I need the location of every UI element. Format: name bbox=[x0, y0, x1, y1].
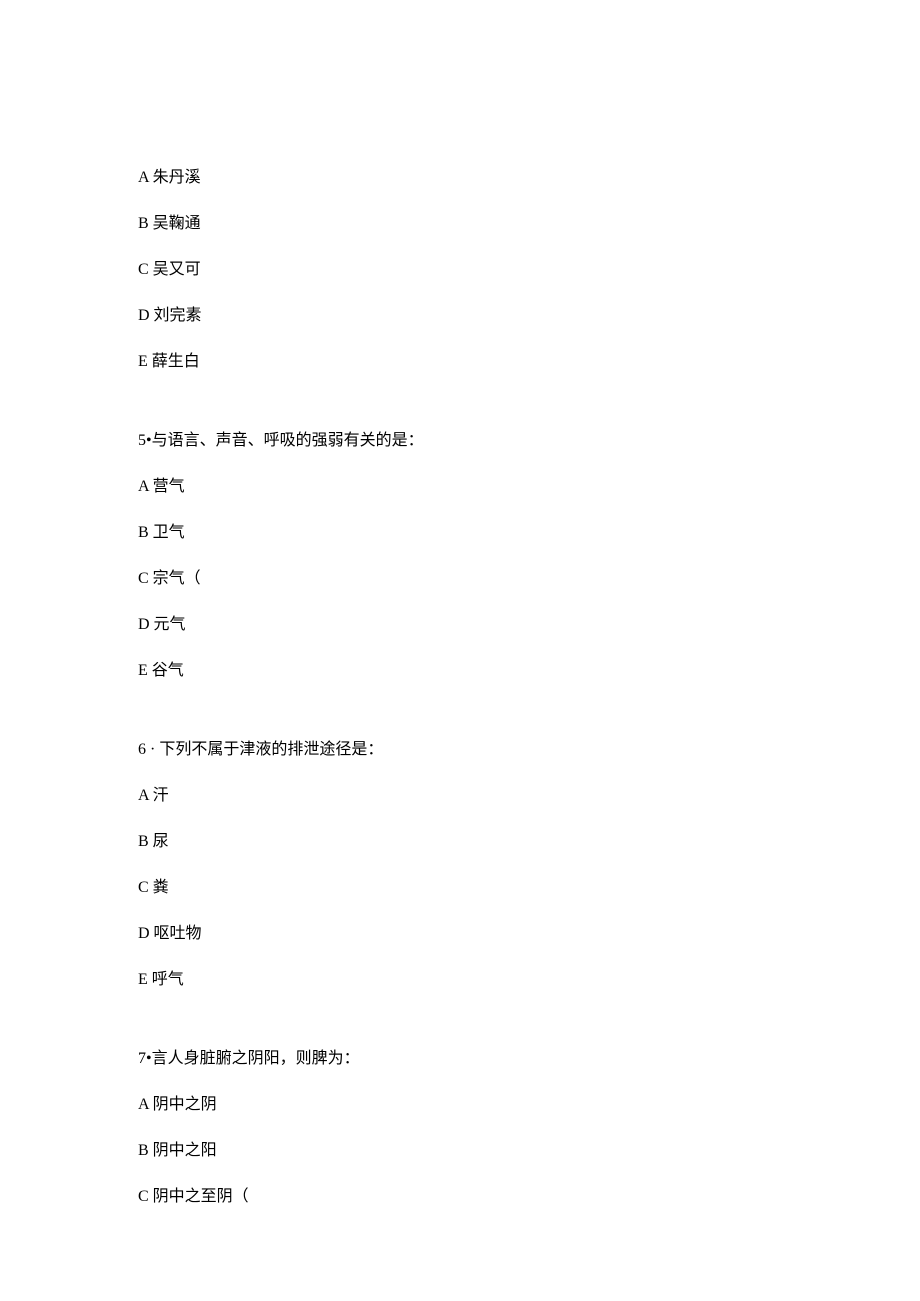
q6-option-b: B 尿 bbox=[138, 830, 782, 854]
q6-option-e: E 呼气 bbox=[138, 968, 782, 992]
q6-option-a: A 汗 bbox=[138, 784, 782, 808]
q4-option-a: A 朱丹溪 bbox=[138, 166, 782, 190]
q5-stem: 5•与语言、声音、呼吸的强弱有关的是： bbox=[138, 429, 782, 453]
q6-option-d: D 呕吐物 bbox=[138, 922, 782, 946]
q7-option-a: A 阴中之阴 bbox=[138, 1093, 782, 1117]
page: A 朱丹溪 B 吴鞠通 C 吴又可 D 刘完素 E 薛生白 5•与语言、声音、呼… bbox=[0, 0, 920, 1301]
q6-stem: 6 · 下列不属于津液的排泄途径是： bbox=[138, 738, 782, 762]
q5-option-b: B 卫气 bbox=[138, 521, 782, 545]
q7-option-c: C 阴中之至阴（ bbox=[138, 1185, 782, 1209]
q5-option-a: A 营气 bbox=[138, 475, 782, 499]
q7-stem: 7•言人身脏腑之阴阳，则脾为： bbox=[138, 1047, 782, 1071]
q5-option-e: E 谷气 bbox=[138, 659, 782, 683]
q5-option-d: D 元气 bbox=[138, 613, 782, 637]
q4-option-d: D 刘完素 bbox=[138, 304, 782, 328]
q4-option-c: C 吴又可 bbox=[138, 258, 782, 282]
q4-option-e: E 薛生白 bbox=[138, 350, 782, 374]
q6-option-c: C 粪 bbox=[138, 876, 782, 900]
q5-option-c: C 宗气（ bbox=[138, 567, 782, 591]
q7-option-b: B 阴中之阳 bbox=[138, 1139, 782, 1163]
q4-option-b: B 吴鞠通 bbox=[138, 212, 782, 236]
